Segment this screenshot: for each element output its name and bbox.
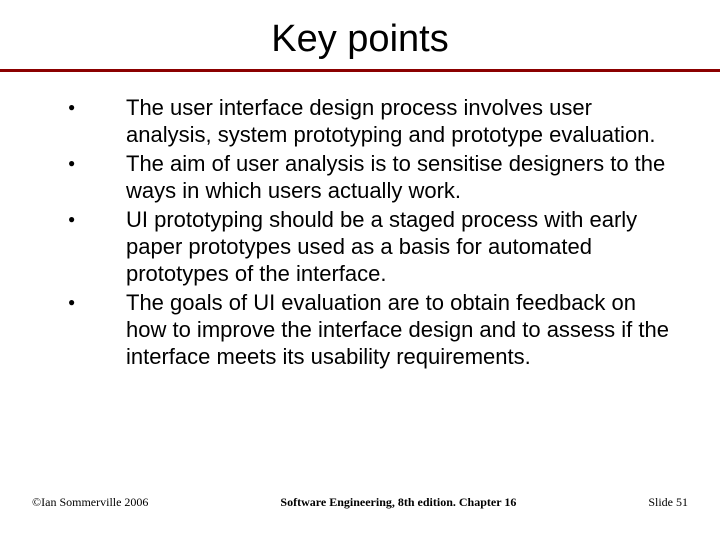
footer-chapter: Software Engineering, 8th edition. Chapt… — [148, 495, 648, 510]
slide-title: Key points — [32, 18, 688, 69]
bullet-icon: ● — [68, 150, 126, 177]
list-item-text: UI prototyping should be a staged proces… — [126, 206, 678, 287]
bullet-list: ● The user interface design process invo… — [32, 94, 688, 370]
footer-slide-number: Slide 51 — [648, 495, 688, 510]
bullet-icon: ● — [68, 94, 126, 121]
list-item-text: The aim of user analysis is to sensitise… — [126, 150, 678, 204]
footer: ©Ian Sommerville 2006 Software Engineeri… — [0, 495, 720, 510]
list-item: ● The aim of user analysis is to sensiti… — [68, 150, 678, 204]
list-item: ● The user interface design process invo… — [68, 94, 678, 148]
list-item: ● UI prototyping should be a staged proc… — [68, 206, 678, 287]
bullet-icon: ● — [68, 206, 126, 233]
slide: Key points ● The user interface design p… — [0, 0, 720, 540]
list-item: ● The goals of UI evaluation are to obta… — [68, 289, 678, 370]
list-item-text: The user interface design process involv… — [126, 94, 678, 148]
footer-copyright: ©Ian Sommerville 2006 — [32, 495, 148, 510]
bullet-icon: ● — [68, 289, 126, 316]
title-rule — [0, 69, 720, 72]
list-item-text: The goals of UI evaluation are to obtain… — [126, 289, 678, 370]
